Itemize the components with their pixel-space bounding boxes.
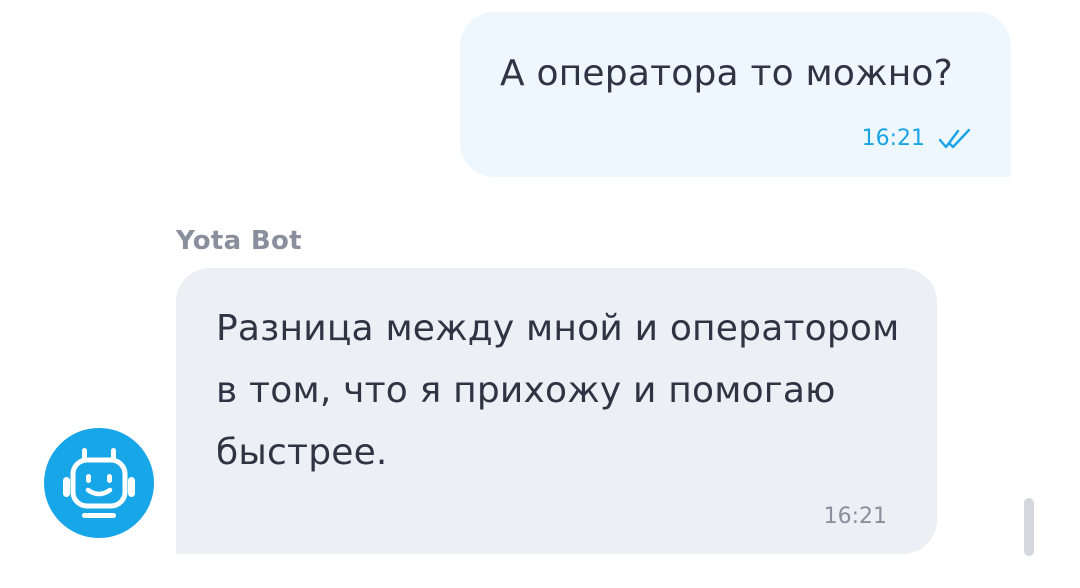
scrollbar-thumb[interactable] bbox=[1024, 498, 1034, 556]
chat-view: А оператора то можно? 16:21 Yota Bot Раз… bbox=[0, 0, 1080, 588]
outgoing-message-meta: 16:21 bbox=[862, 126, 975, 151]
incoming-message-text: Разница между мной и оператором в том, ч… bbox=[216, 308, 900, 473]
outgoing-message-text: А оператора то можно? bbox=[500, 53, 953, 94]
incoming-message-time: 16:21 bbox=[823, 504, 887, 529]
incoming-message-bubble[interactable]: Разница между мной и оператором в том, ч… bbox=[176, 268, 937, 554]
sender-name: Yota Bot bbox=[176, 226, 302, 256]
outgoing-message-bubble[interactable]: А оператора то можно? 16:21 bbox=[460, 12, 1011, 177]
outgoing-message-time: 16:21 bbox=[861, 126, 925, 151]
double-check-icon bbox=[939, 128, 975, 150]
bot-avatar[interactable] bbox=[44, 428, 154, 538]
robot-icon bbox=[63, 448, 135, 518]
